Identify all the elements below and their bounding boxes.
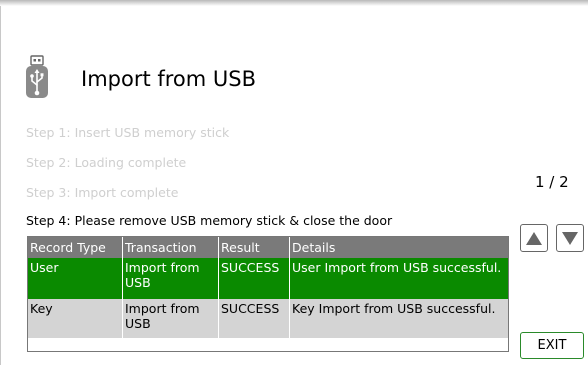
cell-transaction: Import from USB	[123, 258, 219, 299]
table-row[interactable]: Key Import from USB SUCCESS Key Import f…	[28, 299, 508, 338]
step-1-label: Step 1: Insert USB memory stick	[26, 125, 230, 140]
arrow-down-icon	[562, 232, 578, 245]
window-left-edge	[0, 6, 1, 365]
usb-stick-icon	[24, 55, 50, 99]
cell-record-type: Key	[28, 299, 123, 338]
table-header-row: Record Type Transaction Result Details	[28, 237, 508, 258]
step-2-label: Step 2: Loading complete	[26, 155, 187, 170]
column-header-details: Details	[292, 240, 336, 255]
column-header-record-type: Record Type	[28, 237, 123, 258]
cell-details: User Import from USB successful.	[292, 260, 502, 275]
window-top-shadow	[0, 0, 588, 6]
table-row[interactable]: User Import from USB SUCCESS User Import…	[28, 258, 508, 299]
column-header-transaction: Transaction	[123, 237, 219, 258]
page-up-button[interactable]	[520, 224, 548, 252]
cell-transaction: Import from USB	[123, 299, 219, 338]
import-results-table: Record Type Transaction Result Details U…	[27, 236, 509, 352]
cell-details: Key Import from USB successful.	[292, 301, 496, 316]
exit-button[interactable]: EXIT	[520, 332, 584, 359]
cell-result: SUCCESS	[219, 258, 290, 299]
arrow-up-icon	[526, 232, 542, 245]
cell-record-type: User	[28, 258, 123, 299]
page-down-button[interactable]	[556, 224, 584, 252]
page-title: Import from USB	[81, 67, 257, 91]
column-header-result: Result	[219, 237, 290, 258]
page-indicator: 1 / 2	[535, 173, 569, 191]
cell-result: SUCCESS	[219, 299, 290, 338]
step-3-label: Step 3: Import complete	[26, 185, 179, 200]
step-4-label: Step 4: Please remove USB memory stick &…	[26, 213, 393, 228]
